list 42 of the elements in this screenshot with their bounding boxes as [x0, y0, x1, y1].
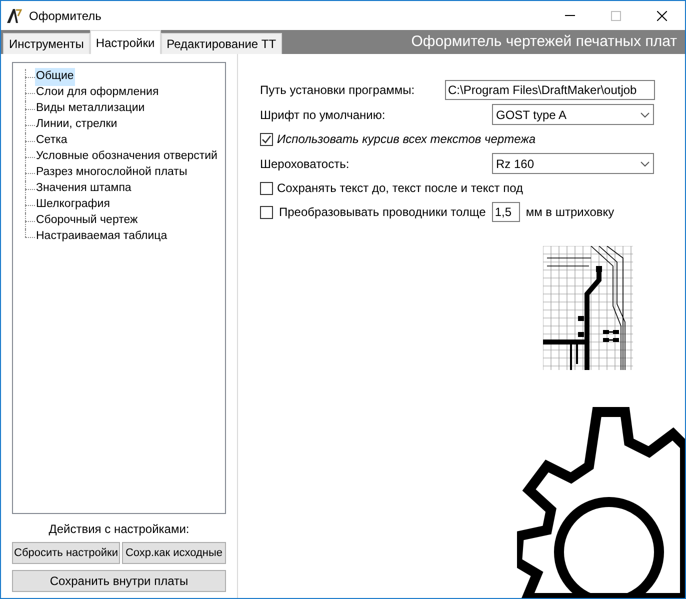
app-logo-icon	[6, 8, 22, 24]
tree-item[interactable]: Линии, стрелки	[35, 116, 118, 134]
maximize-icon	[611, 10, 621, 20]
tree-item[interactable]: Сборочный чертеж	[35, 212, 139, 230]
header-title: Оформитель чертежей печатных плат	[411, 32, 678, 52]
field-label: Шероховатость:	[260, 156, 350, 172]
tree-item[interactable]: Разрез многослойной платы	[35, 164, 188, 182]
tree-item[interactable]: Виды металлизации	[35, 100, 146, 118]
tree-item[interactable]: Значения штампа	[35, 180, 132, 198]
action-button[interactable]: Сбросить настройки	[12, 542, 120, 564]
actions-label: Действия с настройками:	[48, 521, 190, 538]
tab[interactable]: Настройки	[90, 30, 161, 54]
gear-icon	[517, 406, 685, 598]
dropdown[interactable]: GOST type A	[492, 104, 654, 125]
tab[interactable]: Редактирование ТТ	[160, 33, 282, 54]
tree-item[interactable]: Условные обозначения отверстий	[35, 148, 218, 166]
tree-item[interactable]: Общие	[35, 68, 75, 86]
chevron-down-icon	[640, 112, 650, 118]
tree-item[interactable]: Слои для оформления	[35, 84, 160, 102]
checkbox[interactable]	[260, 206, 273, 218]
tree-item[interactable]: Сетка	[35, 132, 68, 150]
close-icon	[657, 10, 667, 20]
minimize-icon	[565, 15, 575, 16]
checkbox-label: Сохранять текст до, текст после и текст под	[277, 180, 523, 197]
number-field[interactable]: 1,5	[492, 202, 520, 222]
checkbox[interactable]	[260, 132, 273, 146]
chevron-down-icon	[640, 160, 650, 166]
action-button[interactable]: Сохр.как исходные	[122, 542, 226, 564]
text-field[interactable]: C:\Program Files\DraftMaker\outjob	[445, 80, 655, 100]
tree-item[interactable]: Шелкография	[35, 196, 111, 214]
checkmark-icon	[261, 134, 272, 144]
tab[interactable]: Инструменты	[3, 33, 90, 54]
unit-label: мм в штриховку	[526, 204, 614, 221]
window-title: Оформитель	[29, 8, 102, 24]
field-label: Шрифт по умолчанию:	[260, 106, 386, 124]
checkbox-label: Использовать курсив всех текстов чертежа	[277, 131, 536, 148]
checkbox-label: Преобразовывать проводники толще	[279, 204, 486, 221]
checkbox[interactable]	[260, 182, 273, 194]
tree-item[interactable]: Настраиваемая таблица	[35, 228, 168, 246]
dropdown[interactable]: Rz 160	[492, 153, 654, 174]
save-button[interactable]: Сохранить внутри платы	[12, 570, 226, 592]
field-label: Путь установки программы:	[260, 82, 416, 98]
